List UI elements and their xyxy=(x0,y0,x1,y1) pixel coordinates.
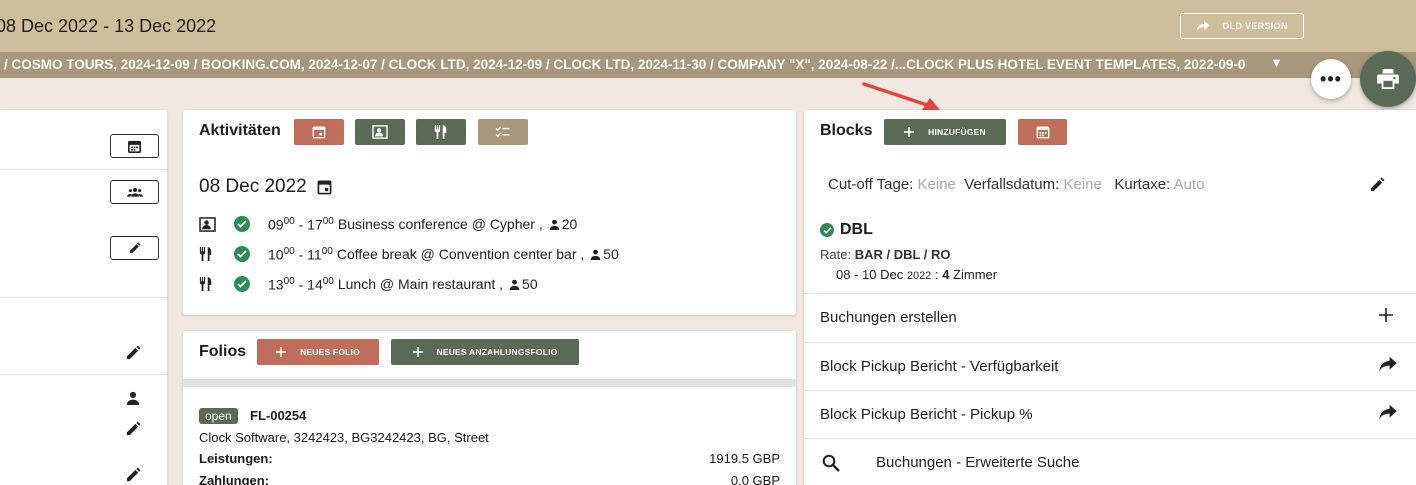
plus-icon xyxy=(276,347,287,357)
more-icon: ••• xyxy=(1320,68,1342,89)
pencil-icon[interactable] xyxy=(1370,177,1385,192)
advanced-search-item[interactable]: Buchungen - Erweiterte Suche xyxy=(804,438,1416,485)
annotation-arrow-icon xyxy=(862,82,940,110)
group-icon xyxy=(126,188,143,197)
activity-text: Business conference @ Cypher , xyxy=(337,216,543,232)
printer-icon xyxy=(1377,69,1399,89)
more-options-button[interactable]: ••• xyxy=(1311,59,1351,99)
activity-time: 1000 - 1100 xyxy=(268,245,333,263)
status-badge: open xyxy=(199,408,238,424)
pencil-icon[interactable] xyxy=(126,467,141,482)
check-circle-icon xyxy=(234,216,250,232)
check-circle-icon xyxy=(234,276,250,292)
create-bookings-item[interactable]: Buchungen erstellen xyxy=(804,293,1416,341)
conference-icon xyxy=(372,125,388,139)
add-conference-button[interactable] xyxy=(355,119,405,145)
edit-button[interactable] xyxy=(110,236,159,260)
block-calendar-button[interactable] xyxy=(1018,119,1067,145)
folio-payments-row: Zahlungen: 0.0 GBP xyxy=(199,473,780,485)
folios-title: Folios xyxy=(199,343,247,360)
plus-icon xyxy=(412,347,423,357)
block-settings: Cut-off Tage: Keine Verfallsdatum: Keine… xyxy=(828,176,1205,193)
activity-time: 1300 - 1400 xyxy=(268,275,334,293)
group-button[interactable] xyxy=(110,180,159,204)
calendar-icon xyxy=(1036,126,1049,139)
old-version-label: OLD VERSION xyxy=(1222,21,1288,31)
person-icon xyxy=(126,391,140,405)
blocks-card: Blocks HINZUFÜGEN Cut-off Tage: Keine Ve… xyxy=(804,110,1416,485)
divider xyxy=(183,379,796,387)
folios-card: Folios NEUES FOLIO NEUES ANZAHLUNGSFOLIO… xyxy=(183,331,796,485)
pencil-icon[interactable] xyxy=(126,345,141,360)
activity-text: Coffee break @ Convention center bar , xyxy=(336,246,585,262)
caret-down-icon[interactable]: ▼ xyxy=(1270,55,1283,70)
restaurant-icon xyxy=(199,277,212,291)
share-arrow-icon xyxy=(1379,404,1397,420)
conference-icon xyxy=(199,216,216,232)
person-icon xyxy=(549,219,560,230)
activities-date: 08 Dec 2022 xyxy=(199,176,332,198)
folio-address: Clock Software, 3242423, BG3242423, BG, … xyxy=(199,430,489,445)
activity-item[interactable]: 1000 - 1100 Coffee break @ Convention ce… xyxy=(199,244,619,264)
new-folio-button[interactable]: NEUES FOLIO xyxy=(257,339,379,365)
pencil-icon[interactable] xyxy=(126,421,141,436)
breadcrumb-bar: / COSMO TOURS, 2024-12-09 / BOOKING.COM,… xyxy=(0,52,1416,78)
activity-item[interactable]: 1300 - 1400 Lunch @ Main restaurant , 50 xyxy=(199,274,538,294)
activity-time: 0900 - 1700 xyxy=(268,215,334,233)
block-rate: Rate: BAR / DBL / RO xyxy=(820,247,951,262)
add-block-button[interactable]: HINZUFÜGEN xyxy=(884,119,1006,145)
print-button[interactable] xyxy=(1360,51,1416,107)
top-header: 08 Dec 2022 - 13 Dec 2022 OLD VERSION xyxy=(0,0,1416,52)
check-circle-icon xyxy=(820,223,834,237)
old-version-button[interactable]: OLD VERSION xyxy=(1180,13,1304,39)
check-circle-icon xyxy=(234,246,250,262)
block-dates: 08 - 10 Dec 2022 : 4 Zimmer xyxy=(836,267,998,282)
activities-date-label: 08 Dec 2022 xyxy=(199,176,307,197)
pencil-icon xyxy=(129,242,141,254)
attendees: 50 xyxy=(509,276,538,292)
pickup-availability-report-item[interactable]: Block Pickup Bericht - Verfügbarkeit xyxy=(804,342,1416,390)
calendar-icon[interactable] xyxy=(317,179,332,195)
breadcrumb[interactable]: / COSMO TOURS, 2024-12-09 / BOOKING.COM,… xyxy=(4,57,1262,72)
folio-id[interactable]: FL-00254 xyxy=(250,408,306,423)
plus-icon xyxy=(1379,308,1393,322)
pickup-percent-report-item[interactable]: Block Pickup Bericht - Pickup % xyxy=(804,390,1416,438)
restaurant-icon xyxy=(434,125,447,139)
attendees: 50 xyxy=(590,246,619,262)
search-icon xyxy=(822,454,840,472)
details-panel xyxy=(0,110,167,485)
folio-services-row: Leistungen: 1919.5 GBP xyxy=(199,451,780,466)
calendar-button[interactable] xyxy=(110,134,159,158)
plus-icon xyxy=(904,127,915,137)
activities-card: Aktivitäten 08 Dec 2022 0900 - 1700 Busi… xyxy=(183,110,796,315)
share-arrow-icon xyxy=(1379,356,1397,372)
activity-text: Lunch @ Main restaurant , xyxy=(337,276,504,292)
date-range-title: 08 Dec 2022 - 13 Dec 2022 xyxy=(0,16,217,36)
checklist-icon xyxy=(495,126,510,138)
calendar-icon xyxy=(312,126,326,139)
add-restaurant-button[interactable] xyxy=(416,119,466,145)
person-icon xyxy=(590,249,601,260)
activities-title: Aktivitäten xyxy=(199,122,281,139)
share-arrow-icon xyxy=(1196,20,1210,32)
add-event-button[interactable] xyxy=(294,119,344,145)
person-icon xyxy=(509,279,520,290)
calendar-icon xyxy=(128,140,141,153)
block-name[interactable]: DBL xyxy=(820,221,873,239)
add-task-button[interactable] xyxy=(478,119,528,145)
attendees: 20 xyxy=(549,216,577,232)
new-deposit-folio-button[interactable]: NEUES ANZAHLUNGSFOLIO xyxy=(391,339,579,365)
restaurant-icon xyxy=(199,247,212,261)
blocks-title: Blocks xyxy=(820,122,873,139)
activity-item[interactable]: 0900 - 1700 Business conference @ Cypher… xyxy=(199,214,577,234)
